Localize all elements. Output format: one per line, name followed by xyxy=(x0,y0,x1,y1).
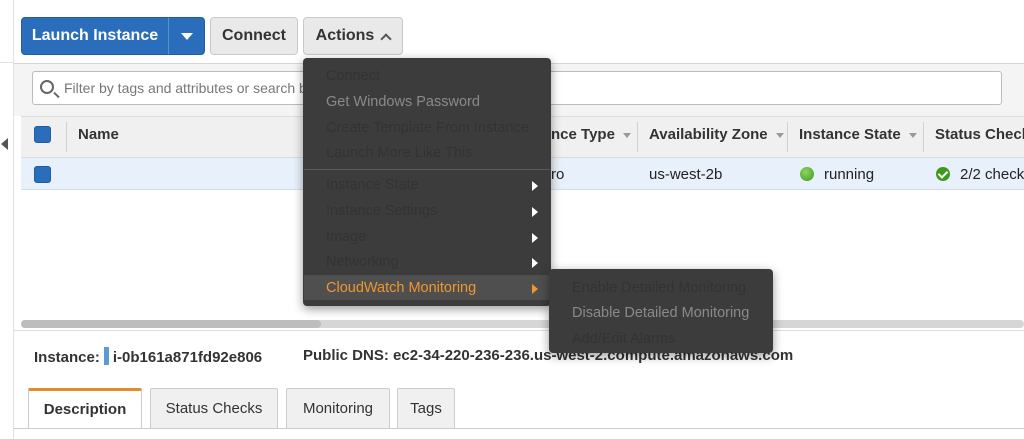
menu-item-cloudwatch-monitoring[interactable]: CloudWatch Monitoring xyxy=(326,280,476,296)
column-header-status-checks[interactable]: Status Check xyxy=(935,126,1024,143)
menu-item-instance-state[interactable]: Instance State xyxy=(326,177,419,193)
sort-icon xyxy=(622,132,631,138)
left-gutter xyxy=(0,0,14,439)
scrollbar-thumb[interactable] xyxy=(21,320,321,328)
sort-icon xyxy=(908,132,917,138)
submenu-arrow-icon xyxy=(532,181,538,191)
menu-item-launch-more[interactable]: Launch More Like This xyxy=(326,145,472,161)
panel-divider xyxy=(14,330,1024,331)
tab-status-checks[interactable]: Status Checks xyxy=(150,388,278,428)
column-header-availability-zone-label: Availability Zone xyxy=(649,126,768,143)
column-header-instance-state[interactable]: Instance State xyxy=(799,126,917,143)
gutter-divider xyxy=(0,62,14,63)
tabs-baseline xyxy=(14,428,1024,429)
sort-icon xyxy=(775,132,784,138)
instance-id: i-0b161a871fd92e806 xyxy=(112,349,263,366)
actions-label: Actions xyxy=(315,27,375,44)
column-separator xyxy=(66,122,67,152)
cell-status-checks: 2/2 checks xyxy=(960,166,1024,183)
cell-instance-state: running xyxy=(824,166,875,183)
launch-instance-dropdown-button[interactable] xyxy=(168,17,205,55)
running-status-icon xyxy=(800,167,814,181)
instance-info: Instance: i-0b161a871fd92e806 xyxy=(34,347,262,366)
column-header-availability-zone[interactable]: Availability Zone xyxy=(649,126,784,143)
tab-monitoring[interactable]: Monitoring xyxy=(286,388,390,428)
tab-tags[interactable]: Tags xyxy=(397,388,455,428)
column-header-name[interactable]: Name xyxy=(78,126,119,143)
checks-passed-icon xyxy=(936,167,950,181)
submenu-arrow-icon xyxy=(532,207,538,217)
menu-item-instance-settings[interactable]: Instance Settings xyxy=(326,203,437,219)
submenu-item-disable-detailed-monitoring: Disable Detailed Monitoring xyxy=(572,305,750,321)
row-checkbox[interactable] xyxy=(34,166,51,183)
column-separator xyxy=(787,122,788,152)
actions-button[interactable]: Actions xyxy=(303,17,403,55)
caret-up-icon xyxy=(380,32,392,45)
menu-item-image[interactable]: Image xyxy=(326,229,366,245)
submenu-arrow-icon xyxy=(532,258,538,268)
instance-label: Instance: xyxy=(34,349,100,366)
column-separator xyxy=(637,122,638,152)
select-all-checkbox[interactable] xyxy=(34,126,51,143)
column-header-instance-type[interactable]: nce Type xyxy=(551,126,631,143)
search-icon xyxy=(40,80,54,94)
menu-item-networking[interactable]: Networking xyxy=(326,254,399,270)
launch-instance-button[interactable]: Launch Instance xyxy=(21,17,169,55)
submenu-arrow-icon xyxy=(532,233,538,243)
cell-availability-zone: us-west-2b xyxy=(649,166,723,183)
connect-button[interactable]: Connect xyxy=(210,17,298,55)
cell-instance-type: ro xyxy=(551,166,565,183)
column-separator xyxy=(923,122,924,152)
submenu-arrow-icon xyxy=(532,284,538,294)
menu-item-create-template[interactable]: Create Template From Instance xyxy=(326,120,529,136)
collapse-sidebar-icon[interactable] xyxy=(1,138,8,150)
caret-down-icon xyxy=(180,32,193,40)
instance-marker xyxy=(103,347,109,365)
menu-separator xyxy=(304,169,550,170)
submenu-item-add-edit-alarms[interactable]: Add/Edit Alarms xyxy=(572,331,675,347)
column-header-instance-state-label: Instance State xyxy=(799,126,901,143)
tab-description[interactable]: Description xyxy=(28,388,142,428)
column-header-instance-type-label: nce Type xyxy=(551,126,615,143)
menu-item-get-windows-password: Get Windows Password xyxy=(326,94,480,110)
menu-item-connect[interactable]: Connect xyxy=(326,68,380,84)
public-dns-label: Public DNS: xyxy=(303,347,389,364)
submenu-item-enable-detailed-monitoring[interactable]: Enable Detailed Monitoring xyxy=(572,280,746,296)
